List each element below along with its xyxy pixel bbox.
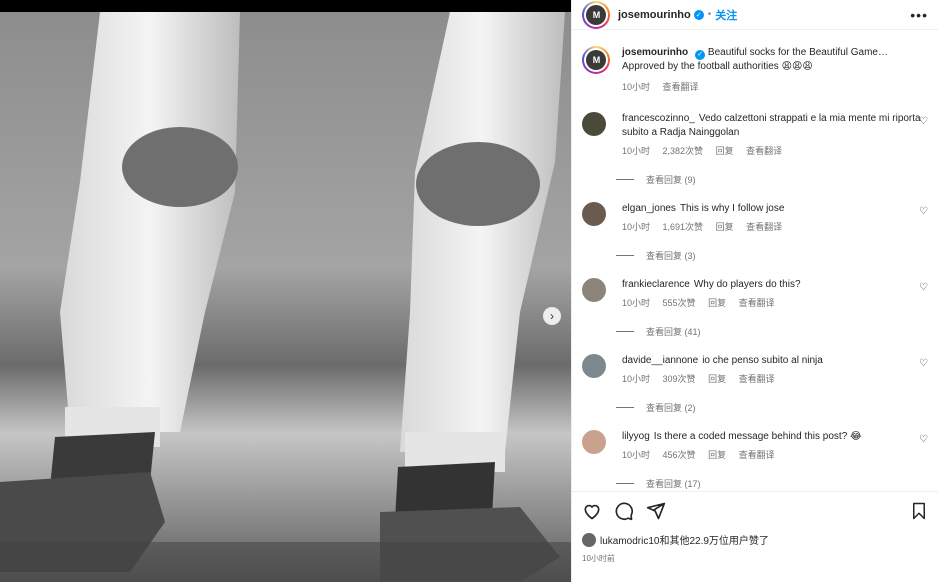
- caption-avatar[interactable]: M: [582, 46, 610, 74]
- like-comment-heart-icon[interactable]: ♡: [919, 358, 928, 369]
- comment-likes[interactable]: 555次赞: [663, 298, 696, 308]
- reply-button[interactable]: 回复: [708, 374, 726, 384]
- reply-button[interactable]: 回复: [708, 298, 726, 308]
- comments-list: M josemourinho ✓ Beautiful socks for the …: [572, 38, 938, 490]
- see-translation-link[interactable]: 查看翻译: [663, 82, 699, 92]
- reply-button[interactable]: 回复: [716, 222, 734, 232]
- avatar-logo: M: [586, 4, 606, 25]
- verified-badge-icon: ✓: [693, 9, 704, 20]
- reply-button[interactable]: 回复: [716, 146, 734, 156]
- post-image: ›: [0, 12, 571, 582]
- comment-time[interactable]: 10小时: [622, 146, 650, 156]
- commenter-username[interactable]: davide__iannone: [622, 355, 698, 366]
- commenter-username[interactable]: elgan_jones: [622, 203, 676, 214]
- post-actions: lukamodric10和其他22.9万位用户赞了 10小时前: [572, 491, 938, 582]
- heart-icon[interactable]: [582, 501, 602, 521]
- comment-likes[interactable]: 456次赞: [663, 450, 696, 460]
- view-replies-link[interactable]: 查看回复 (41): [616, 325, 701, 338]
- commenter-avatar[interactable]: [582, 354, 606, 378]
- post-sidebar: M josemourinho ✓ • 关注 ••• M josemourinho…: [571, 0, 938, 582]
- view-replies-link[interactable]: 查看回复 (17): [616, 477, 701, 490]
- comment-time[interactable]: 10小时: [622, 450, 650, 460]
- follow-button[interactable]: 关注: [715, 7, 737, 23]
- likes-text[interactable]: lukamodric10和其他22.9万位用户赞了: [600, 532, 769, 547]
- comment-likes[interactable]: 2,382次赞: [663, 146, 704, 156]
- caption-time[interactable]: 10小时: [622, 82, 650, 92]
- caption: M josemourinho ✓ Beautiful socks for the …: [582, 46, 928, 94]
- header-separator: •: [707, 9, 712, 20]
- see-translation-link[interactable]: 查看翻译: [746, 146, 782, 156]
- like-comment-heart-icon[interactable]: ♡: [919, 116, 928, 127]
- comment-item: lilyyog Is there a coded message behind t…: [582, 430, 928, 462]
- comment-text: Is there a coded message behind this pos…: [653, 431, 862, 442]
- comment-icon[interactable]: [614, 501, 634, 521]
- comment-item: francescozinno_ Vedo calzettoni strappati…: [582, 112, 928, 158]
- liker-avatar[interactable]: [582, 532, 596, 547]
- chevron-right-icon: ›: [550, 309, 554, 323]
- post-header: M josemourinho ✓ • 关注 •••: [572, 0, 938, 30]
- like-comment-heart-icon[interactable]: ♡: [919, 206, 928, 217]
- likes-summary[interactable]: lukamodric10和其他22.9万位用户赞了: [582, 532, 928, 547]
- view-replies-link[interactable]: 查看回复 (3): [616, 249, 696, 262]
- commenter-username[interactable]: frankieclarence: [622, 279, 690, 290]
- comment-likes[interactable]: 1,691次赞: [663, 222, 704, 232]
- comment-item: elgan_jones This is why I follow jose 10小…: [582, 202, 928, 234]
- caption-emojis: 😩😩😩: [781, 61, 813, 72]
- verified-badge-icon: ✓: [695, 50, 706, 60]
- comment-likes[interactable]: 309次赞: [663, 374, 696, 384]
- reply-button[interactable]: 回复: [708, 450, 726, 460]
- instagram-post-modal: › M josemourinho ✓ • 关注 ••• M josemourin…: [0, 0, 938, 582]
- comment-time[interactable]: 10小时: [622, 374, 650, 384]
- football-socks-photo: [0, 12, 571, 582]
- see-translation-link[interactable]: 查看翻译: [746, 222, 782, 232]
- commenter-avatar[interactable]: [582, 278, 606, 302]
- author-username[interactable]: josemourinho: [618, 9, 691, 21]
- comment-text: io che penso subito al ninja: [702, 355, 823, 366]
- post-timestamp[interactable]: 10小时前: [582, 553, 928, 564]
- share-icon[interactable]: [646, 501, 666, 521]
- next-image-button[interactable]: ›: [543, 307, 561, 325]
- see-translation-link[interactable]: 查看翻译: [739, 374, 775, 384]
- more-options-icon[interactable]: •••: [910, 7, 928, 23]
- view-replies-link[interactable]: 查看回复 (2): [616, 401, 696, 414]
- see-translation-link[interactable]: 查看翻译: [739, 450, 775, 460]
- comment-text: This is why I follow jose: [679, 203, 785, 214]
- commenter-username[interactable]: lilyyog: [622, 431, 650, 442]
- view-replies-link[interactable]: 查看回复 (9): [616, 173, 696, 186]
- avatar-logo: M: [586, 50, 606, 70]
- comment-time[interactable]: 10小时: [622, 298, 650, 308]
- caption-username[interactable]: josemourinho: [622, 47, 688, 58]
- bookmark-icon[interactable]: [910, 501, 928, 521]
- comment-text: Why do players do this?: [693, 279, 801, 290]
- comment-time[interactable]: 10小时: [622, 222, 650, 232]
- commenter-username[interactable]: francescozinno_: [622, 113, 695, 124]
- commenter-avatar[interactable]: [582, 112, 606, 136]
- commenter-avatar[interactable]: [582, 430, 606, 454]
- comment-item: frankieclarence Why do players do this? 1…: [582, 278, 928, 310]
- like-comment-heart-icon[interactable]: ♡: [919, 434, 928, 445]
- commenter-avatar[interactable]: [582, 202, 606, 226]
- author-avatar[interactable]: M: [582, 0, 610, 29]
- comment-item: davide__iannone io che penso subito al ni…: [582, 354, 928, 386]
- see-translation-link[interactable]: 查看翻译: [739, 298, 775, 308]
- like-comment-heart-icon[interactable]: ♡: [919, 282, 928, 293]
